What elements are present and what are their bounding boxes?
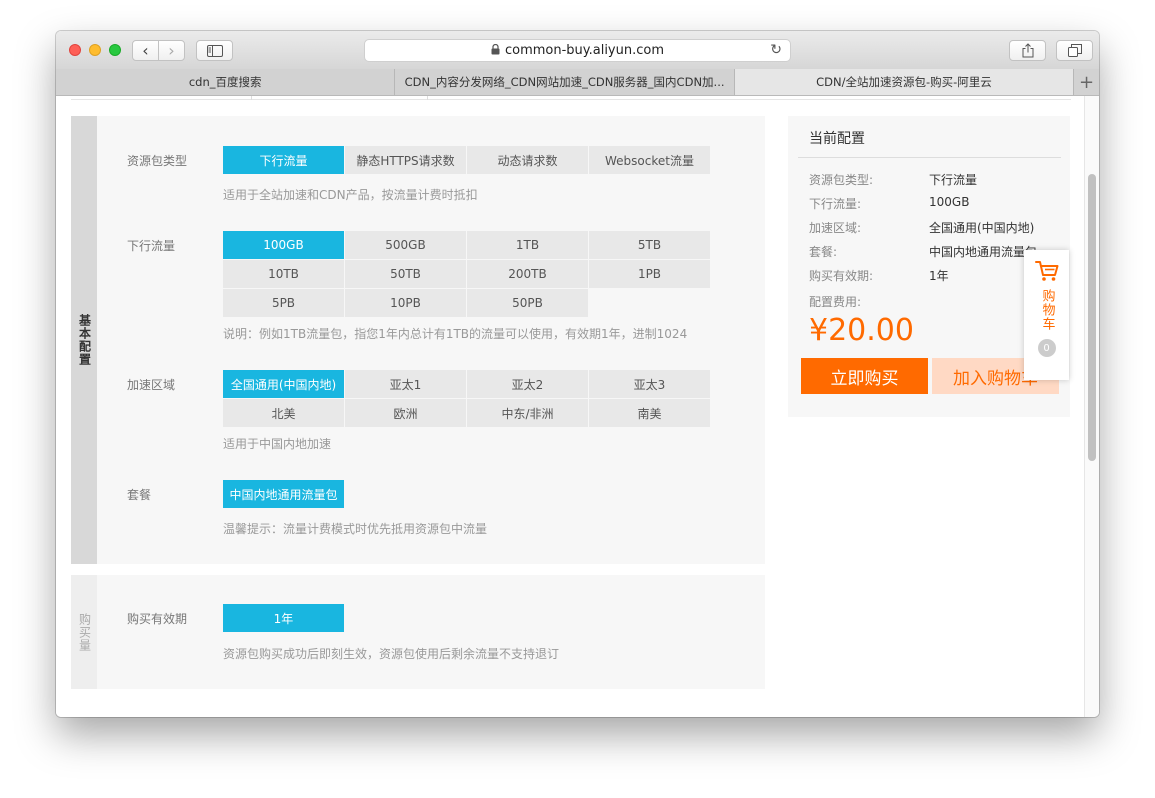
browser-tab[interactable]: cdn_百度搜索 — [56, 69, 396, 95]
reload-icon[interactable]: ↻ — [770, 42, 782, 58]
package-type-label: 资源包类型 — [127, 154, 188, 168]
package-type-option[interactable]: 下行流量 — [223, 146, 344, 174]
traffic-option[interactable]: 200TB — [467, 260, 588, 288]
url-text: common-buy.aliyun.com — [504, 43, 665, 58]
validity-hint: 资源包购买成功后即刻生效，资源包使用后剩余流量不支持退订 — [223, 647, 560, 661]
close-window-button[interactable] — [69, 44, 81, 56]
browser-tab[interactable]: CDN_内容分发网络_CDN网站加速_CDN服务器_国内CDN加... — [395, 69, 735, 95]
summary-key: 套餐: — [809, 245, 838, 259]
plus-icon: + — [1079, 71, 1095, 93]
package-type-hint: 适用于全站加速和CDN产品，按流量计费时抵扣 — [223, 188, 478, 202]
tab-title: CDN_内容分发网络_CDN网站加速_CDN服务器_国内CDN加... — [404, 75, 725, 89]
summary-value: 下行流量 — [929, 173, 978, 187]
scrollbar-thumb[interactable] — [1088, 174, 1096, 461]
traffic-option[interactable]: 10TB — [223, 260, 344, 288]
buy-now-button[interactable]: 立即购买 — [801, 358, 928, 394]
tabs-overview-icon — [1067, 44, 1082, 57]
forward-button[interactable]: › — [159, 41, 184, 60]
panel-title: 当前配置 — [809, 131, 865, 147]
vertical-scrollbar[interactable] — [1084, 96, 1099, 717]
region-option[interactable]: 南美 — [589, 399, 710, 427]
share-button[interactable] — [1009, 40, 1046, 61]
traffic-option[interactable]: 1PB — [589, 260, 710, 288]
title-bar: ‹ › common-buy.aliyun.com ↻ — [56, 31, 1099, 70]
minimize-window-button[interactable] — [89, 44, 101, 56]
summary-key: 下行流量: — [809, 197, 862, 211]
divider — [71, 99, 1071, 100]
price-value: ¥20.00 — [809, 313, 914, 348]
show-tabs-button[interactable] — [1056, 40, 1093, 61]
browser-window: ‹ › common-buy.aliyun.com ↻ cdn_百度搜索 CDN… — [56, 31, 1099, 717]
region-option[interactable]: 欧洲 — [345, 399, 466, 427]
region-hint: 适用于中国内地加速 — [223, 437, 332, 451]
region-option[interactable]: 北美 — [223, 399, 344, 427]
traffic-option[interactable]: 1TB — [467, 231, 588, 259]
floating-cart[interactable]: 购物车 0 — [1024, 250, 1069, 380]
sidebar-icon — [206, 44, 223, 57]
tab-bar: cdn_百度搜索 CDN_内容分发网络_CDN网站加速_CDN服务器_国内CDN… — [56, 69, 1099, 96]
region-option[interactable]: 亚太3 — [589, 370, 710, 398]
back-button[interactable]: ‹ — [133, 41, 158, 60]
section-label-text: 购买量 — [77, 612, 92, 652]
section-label-quantity: 购买量 — [71, 575, 97, 689]
validity-label: 购买有效期 — [127, 612, 188, 626]
traffic-option[interactable]: 10PB — [345, 289, 466, 317]
plan-option[interactable]: 中国内地通用流量包 — [223, 480, 344, 508]
page-content: 基本配置 资源包类型 下行流量 静态HTTPS请求数 动态请求数 Websock… — [56, 96, 1084, 717]
summary-key: 购买有效期: — [809, 269, 874, 283]
traffic-label: 下行流量 — [127, 239, 176, 253]
floating-cart-label: 购物车 — [1039, 289, 1055, 331]
tab-title: CDN/全站加速资源包-购买-阿里云 — [816, 75, 992, 89]
region-option[interactable]: 亚太2 — [467, 370, 588, 398]
traffic-option[interactable]: 100GB — [223, 231, 344, 259]
section-label-text: 基本配置 — [77, 314, 92, 366]
shopping-cart-icon — [1034, 260, 1059, 286]
section-label-basic: 基本配置 — [71, 116, 97, 564]
sidebar-toggle-button[interactable] — [196, 40, 233, 61]
package-type-option[interactable]: 动态请求数 — [467, 146, 588, 174]
share-icon — [1022, 43, 1033, 58]
summary-value: 1年 — [929, 269, 949, 283]
zoom-window-button[interactable] — [109, 44, 121, 56]
traffic-option[interactable]: 50TB — [345, 260, 466, 288]
lock-icon — [491, 43, 500, 58]
divider — [251, 96, 252, 100]
region-option[interactable]: 亚太1 — [345, 370, 466, 398]
quantity-section: 购买量 购买有效期 1年 资源包购买成功后即刻生效，资源包使用后剩余流量不支持退… — [71, 575, 765, 689]
summary-value: 中国内地通用流量包 — [929, 245, 1038, 259]
divider — [798, 157, 1061, 158]
package-type-option[interactable]: Websocket流量 — [589, 146, 710, 174]
traffic-option[interactable]: 5PB — [223, 289, 344, 317]
summary-value: 100GB — [929, 195, 970, 209]
summary-key: 加速区域: — [809, 221, 862, 235]
nav-buttons: ‹ › — [132, 40, 185, 61]
basic-config-section: 基本配置 资源包类型 下行流量 静态HTTPS请求数 动态请求数 Websock… — [71, 116, 765, 564]
traffic-hint: 说明：例如1TB流量包，指您1年内总计有1TB的流量可以使用，有效期1年，进制1… — [223, 327, 688, 341]
validity-option[interactable]: 1年 — [223, 604, 344, 632]
traffic-option[interactable]: 50PB — [467, 289, 588, 317]
browser-tab-active[interactable]: CDN/全站加速资源包-购买-阿里云 — [734, 69, 1075, 95]
region-label: 加速区域 — [127, 378, 176, 392]
chevron-right-icon: › — [168, 41, 175, 60]
address-bar[interactable]: common-buy.aliyun.com ↻ — [364, 39, 791, 62]
region-option[interactable]: 全国通用(中国内地) — [223, 370, 344, 398]
plan-label: 套餐 — [127, 488, 152, 502]
summary-value: 全国通用(中国内地) — [929, 221, 1035, 235]
package-type-option[interactable]: 静态HTTPS请求数 — [345, 146, 466, 174]
fee-label: 配置费用: — [809, 295, 862, 309]
traffic-option[interactable]: 5TB — [589, 231, 710, 259]
traffic-option[interactable]: 500GB — [345, 231, 466, 259]
summary-key: 资源包类型: — [809, 173, 874, 187]
tab-title: cdn_百度搜索 — [188, 75, 262, 89]
cart-count-badge: 0 — [1037, 339, 1056, 357]
new-tab-button[interactable]: + — [1074, 69, 1099, 95]
plan-hint: 温馨提示：流量计费模式时优先抵用资源包中流量 — [223, 522, 488, 536]
region-option[interactable]: 中东/非洲 — [467, 399, 588, 427]
chevron-left-icon: ‹ — [142, 41, 149, 60]
divider — [427, 96, 428, 100]
